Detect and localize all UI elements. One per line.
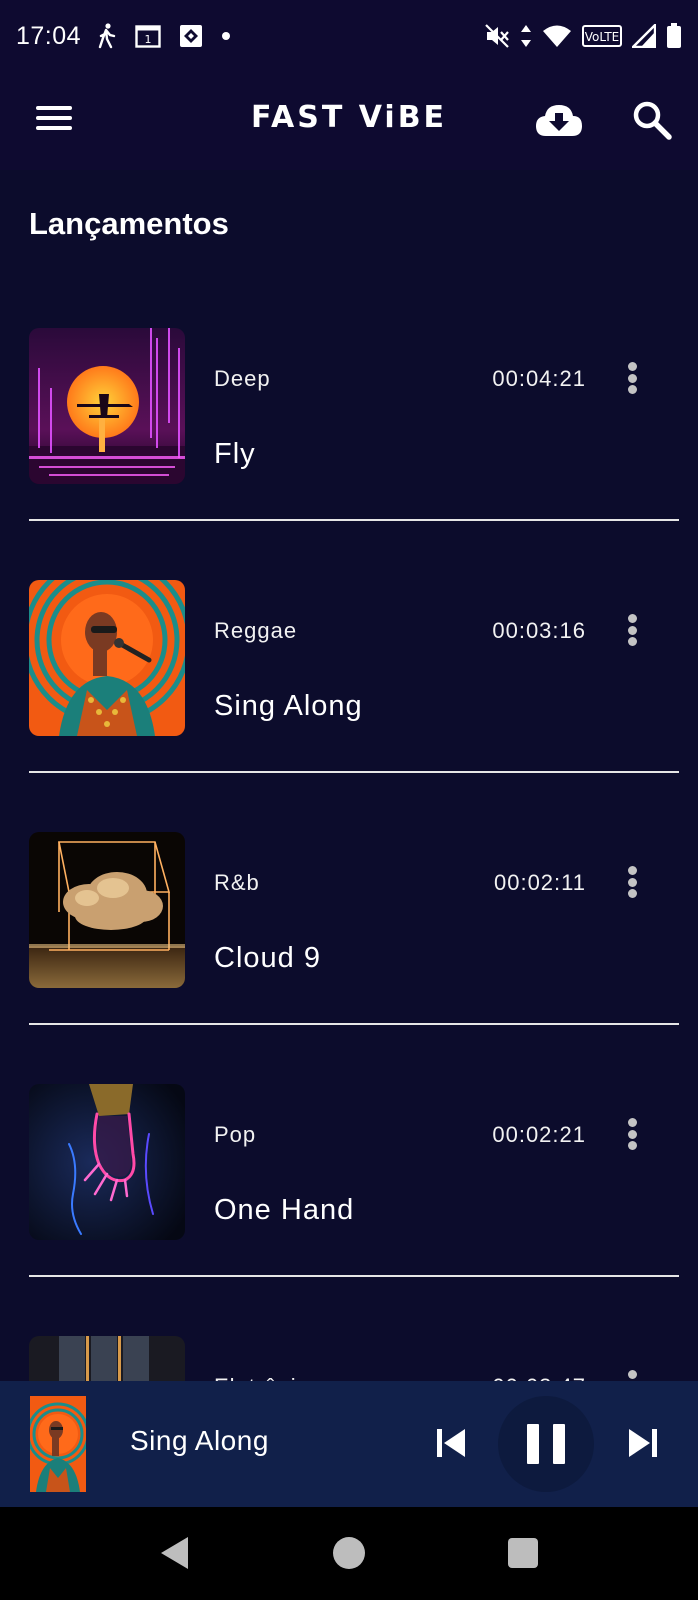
track-duration: 00:02:21 bbox=[492, 1122, 586, 1147]
track-title: Sing Along bbox=[214, 690, 363, 722]
track-title: One Hand bbox=[214, 1194, 355, 1226]
back-icon bbox=[161, 1537, 188, 1569]
back-button[interactable] bbox=[158, 1535, 192, 1571]
divider bbox=[29, 1023, 679, 1025]
track-genre: Pop bbox=[214, 1122, 257, 1147]
track-genre: R&b bbox=[214, 870, 260, 895]
wifi-icon bbox=[542, 24, 572, 48]
search-icon bbox=[633, 101, 672, 140]
track-genre: Reggae bbox=[214, 618, 298, 643]
mute-icon bbox=[484, 23, 510, 49]
more-vert-icon bbox=[627, 614, 637, 646]
next-button[interactable] bbox=[626, 1426, 660, 1460]
track-artwork bbox=[29, 580, 185, 736]
pause-button[interactable] bbox=[498, 1396, 594, 1492]
section-title: Lançamentos bbox=[29, 206, 229, 241]
track-item[interactable]: R&b 00:02:11 Cloud 9 bbox=[0, 832, 698, 1084]
more-options-button[interactable] bbox=[620, 862, 644, 902]
status-right-icons: VoLTE bbox=[484, 23, 682, 49]
sunset-airplane-art bbox=[29, 328, 185, 484]
status-bar: 17:04 1 VoLTE bbox=[0, 0, 698, 72]
previous-button[interactable] bbox=[434, 1426, 468, 1460]
singer-portrait-art bbox=[29, 580, 185, 736]
app-icon bbox=[179, 24, 203, 48]
download-button[interactable] bbox=[534, 100, 584, 140]
track-artwork bbox=[29, 832, 185, 988]
more-options-button[interactable] bbox=[620, 610, 644, 650]
recents-button[interactable] bbox=[508, 1538, 538, 1568]
track-title: Cloud 9 bbox=[214, 942, 321, 974]
volte-icon: VoLTE bbox=[582, 25, 622, 47]
track-item[interactable]: Reggae 00:03:16 Sing Along bbox=[0, 580, 698, 832]
player-artwork bbox=[30, 1396, 86, 1492]
data-arrows-icon bbox=[520, 24, 532, 48]
home-button[interactable] bbox=[333, 1537, 365, 1569]
walking-icon bbox=[97, 23, 117, 49]
skip-next-icon bbox=[629, 1429, 657, 1457]
search-button[interactable] bbox=[632, 100, 672, 140]
track-artwork bbox=[29, 328, 185, 484]
cloud-download-icon bbox=[536, 105, 582, 136]
more-vert-icon bbox=[627, 1118, 637, 1150]
divider bbox=[29, 519, 679, 521]
track-duration: 00:02:11 bbox=[493, 870, 586, 895]
track-genre: Deep bbox=[214, 366, 271, 391]
neon-cloud-art bbox=[29, 832, 185, 988]
skip-previous-icon bbox=[437, 1429, 465, 1457]
system-nav-bar bbox=[0, 1507, 698, 1600]
divider bbox=[29, 771, 679, 773]
dot-icon bbox=[221, 31, 231, 41]
more-options-button[interactable] bbox=[620, 358, 644, 398]
player-track-title: Sing Along bbox=[130, 1425, 269, 1456]
status-left-icons: 1 bbox=[97, 23, 231, 49]
track-title: Fly bbox=[214, 438, 256, 470]
singer-portrait-art bbox=[30, 1396, 86, 1492]
neon-hand-art bbox=[29, 1084, 185, 1240]
track-artwork bbox=[29, 1084, 185, 1240]
more-options-button[interactable] bbox=[620, 1114, 644, 1154]
track-duration: 00:03:16 bbox=[492, 618, 586, 643]
svg-text:VoLTE: VoLTE bbox=[585, 30, 620, 44]
pause-icon bbox=[527, 1424, 565, 1464]
svg-text:1: 1 bbox=[145, 33, 152, 46]
signal-icon bbox=[632, 24, 656, 48]
status-time: 17:04 bbox=[16, 21, 82, 50]
app-bar: FAST ViBE bbox=[0, 72, 698, 170]
track-item[interactable]: Deep 00:04:21 Fly bbox=[0, 328, 698, 580]
app-logo: FAST ViBE bbox=[250, 100, 448, 135]
more-vert-icon bbox=[627, 866, 637, 898]
mini-player[interactable]: Sing Along bbox=[0, 1381, 698, 1507]
track-duration: 00:04:21 bbox=[492, 366, 586, 391]
battery-icon bbox=[666, 23, 682, 49]
more-vert-icon bbox=[627, 362, 637, 394]
track-item[interactable]: Pop 00:02:21 One Hand bbox=[0, 1084, 698, 1336]
calendar-icon: 1 bbox=[135, 24, 161, 48]
divider bbox=[29, 1275, 679, 1277]
